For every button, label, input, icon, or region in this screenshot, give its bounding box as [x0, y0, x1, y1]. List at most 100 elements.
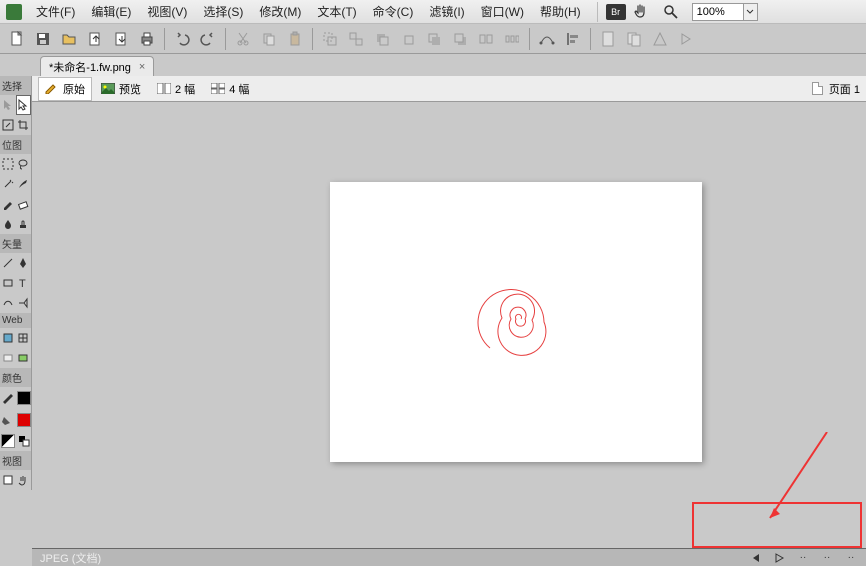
new-file-button[interactable] — [5, 27, 29, 51]
artboard[interactable] — [330, 182, 702, 462]
menu-help[interactable]: 帮助(H) — [532, 0, 589, 23]
status-label: JPEG (文档) — [40, 550, 101, 566]
tool-knife[interactable] — [16, 293, 32, 313]
toolbox-section-view: 视图 — [0, 451, 31, 470]
first-frame-button[interactable] — [748, 551, 762, 565]
four-up-icon — [211, 83, 225, 94]
tool-subselect[interactable] — [16, 95, 32, 115]
tool-line[interactable] — [0, 253, 16, 273]
view-tab-4up[interactable]: 4 幅 — [204, 77, 256, 101]
tool-show-slices[interactable] — [16, 348, 32, 368]
toolbox-section-bitmap: 位图 — [0, 135, 31, 154]
toolbar-separator — [590, 28, 591, 50]
ungroup-button[interactable] — [344, 27, 368, 51]
spiral-shape[interactable] — [472, 282, 562, 362]
view-tab-label: 2 幅 — [175, 81, 195, 97]
zoom-dropdown-icon[interactable] — [744, 3, 758, 21]
align-button[interactable] — [474, 27, 498, 51]
view-tab-2up[interactable]: 2 幅 — [150, 77, 202, 101]
toolbar-separator — [529, 28, 530, 50]
tool-hide-slices[interactable] — [0, 348, 16, 368]
annotation-rectangle — [692, 502, 862, 548]
undo-button[interactable] — [170, 27, 194, 51]
tool-blur[interactable] — [0, 214, 16, 234]
tool-pointer[interactable] — [0, 95, 16, 115]
import-button[interactable] — [83, 27, 107, 51]
group-button[interactable] — [318, 27, 342, 51]
next-frame-button[interactable]: ·· — [796, 551, 810, 565]
page-button[interactable] — [596, 27, 620, 51]
default-colors[interactable] — [16, 431, 31, 451]
send-backward-button[interactable] — [422, 27, 446, 51]
align-left-button[interactable] — [561, 27, 585, 51]
menu-modify[interactable]: 修改(M) — [251, 0, 309, 23]
pencil-icon — [45, 83, 59, 94]
toolbar-separator — [225, 28, 226, 50]
menu-window[interactable]: 窗口(W) — [473, 0, 532, 23]
tool-rubber-stamp[interactable] — [16, 214, 32, 234]
play-tool-icon[interactable] — [674, 27, 698, 51]
tool-lasso[interactable] — [16, 154, 32, 174]
tool-hand[interactable] — [16, 470, 32, 490]
tool-magic-wand[interactable] — [0, 174, 16, 194]
tool-eraser[interactable] — [16, 194, 32, 214]
menu-text[interactable]: 文本(T) — [309, 0, 364, 23]
app-icon — [6, 4, 22, 20]
fill-color[interactable] — [0, 409, 32, 431]
redo-button[interactable] — [196, 27, 220, 51]
menu-view[interactable]: 视图(V) — [139, 0, 195, 23]
save-button[interactable] — [31, 27, 55, 51]
swap-colors[interactable] — [0, 431, 16, 451]
print-button[interactable] — [135, 27, 159, 51]
menu-filters[interactable]: 滤镜(I) — [421, 0, 472, 23]
zoom-value[interactable]: 100% — [692, 3, 744, 21]
cut-button[interactable] — [231, 27, 255, 51]
play-button[interactable] — [772, 551, 786, 565]
view-tabs: 原始 预览 2 幅 4 幅 页面 1 — [32, 76, 866, 102]
prev-frame-button[interactable]: ·· — [820, 551, 834, 565]
tab-close-icon[interactable]: × — [139, 61, 145, 73]
tool-pencil[interactable] — [0, 194, 16, 214]
view-tab-preview[interactable]: 预览 — [94, 77, 148, 101]
zoom-select[interactable]: 100% — [692, 3, 758, 21]
tool-scale[interactable] — [0, 115, 16, 135]
tool-rectangle[interactable] — [0, 273, 16, 293]
export-button[interactable] — [109, 27, 133, 51]
last-frame-button[interactable]: ·· — [844, 551, 858, 565]
page-indicator[interactable]: 页面 1 — [812, 81, 860, 97]
hand-tool-icon[interactable] — [632, 3, 650, 21]
menu-commands[interactable]: 命令(C) — [365, 0, 422, 23]
tool-slice[interactable] — [16, 328, 32, 348]
tool-crop[interactable] — [16, 115, 32, 135]
view-tab-original[interactable]: 原始 — [38, 77, 92, 101]
path-button[interactable] — [535, 27, 559, 51]
tool-marquee[interactable] — [0, 154, 16, 174]
copy-button[interactable] — [257, 27, 281, 51]
toolbox: 选择 位图 矢量 T Web — [0, 76, 32, 490]
view-tab-label: 4 幅 — [229, 81, 249, 97]
tool-standard-screen[interactable] — [0, 470, 16, 490]
send-back-button[interactable] — [448, 27, 472, 51]
menu-edit[interactable]: 编辑(E) — [83, 0, 139, 23]
menu-file[interactable]: 文件(F) — [28, 0, 83, 23]
stroke-color[interactable] — [0, 387, 32, 409]
tool-hotspot[interactable] — [0, 328, 16, 348]
tool-brush[interactable] — [16, 174, 32, 194]
open-button[interactable] — [57, 27, 81, 51]
bring-front-button[interactable] — [370, 27, 394, 51]
image-icon — [101, 83, 115, 94]
tool-text[interactable]: T — [16, 273, 32, 293]
paste-button[interactable] — [283, 27, 307, 51]
menu-select[interactable]: 选择(S) — [195, 0, 251, 23]
warning-icon[interactable] — [648, 27, 672, 51]
tool-freeform[interactable] — [0, 293, 16, 313]
zoom-tool-icon[interactable] — [662, 3, 680, 21]
bring-forward-button[interactable] — [396, 27, 420, 51]
pages-button[interactable] — [622, 27, 646, 51]
canvas[interactable] — [32, 102, 866, 548]
tool-pen[interactable] — [16, 253, 32, 273]
distribute-button[interactable] — [500, 27, 524, 51]
bridge-icon[interactable]: Br — [606, 4, 626, 20]
document-tab[interactable]: *未命名-1.fw.png × — [40, 56, 154, 76]
main-toolbar — [0, 24, 866, 54]
